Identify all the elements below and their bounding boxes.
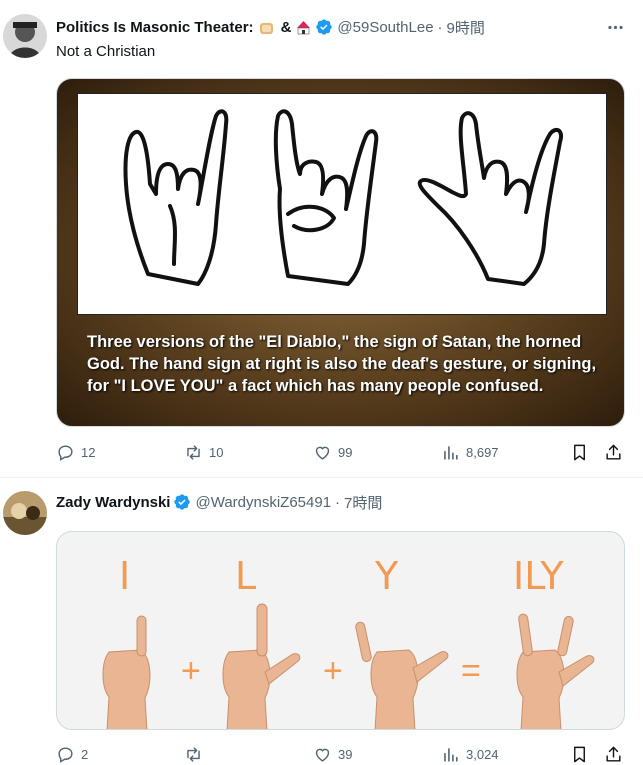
retweet-count: 10 (209, 444, 224, 460)
like-button[interactable]: 99 (313, 440, 352, 464)
retweet-icon (187, 746, 200, 762)
share-icon (606, 444, 621, 460)
ampersand: & (280, 18, 292, 36)
separator-dot: · (335, 493, 341, 511)
views-button[interactable]: 8,697 (441, 440, 499, 464)
like-count: 99 (338, 444, 353, 460)
bookmark-icon (574, 444, 585, 460)
reply-button[interactable]: 2 (56, 742, 88, 765)
asl-letter-ily: ILY (513, 554, 564, 598)
retweet-button[interactable] (184, 742, 209, 765)
asl-hands-photo (102, 603, 595, 729)
display-name[interactable]: Zady Wardynski (56, 494, 170, 511)
retweet-icon (187, 444, 200, 460)
image-caption: Three versions of the "El Diablo," the s… (87, 333, 597, 395)
like-count: 39 (338, 746, 353, 762)
tweet[interactable]: Zady Wardynski @WardynskiZ65491 · 7時間 I … (0, 479, 643, 765)
share-icon (606, 746, 621, 762)
asl-letter-l: L (235, 554, 257, 598)
views-count: 3,024 (466, 746, 499, 762)
asl-letter-i: I (119, 554, 131, 598)
heart-icon (315, 446, 330, 460)
share-button[interactable] (604, 440, 623, 464)
retweet-button[interactable]: 10 (184, 440, 223, 464)
user-handle[interactable]: @WardynskiZ65491 (195, 494, 331, 511)
hand-signs-drawing (77, 93, 607, 315)
like-button[interactable]: 39 (313, 742, 352, 765)
reply-icon (58, 746, 73, 763)
bookmark-button[interactable] (570, 742, 589, 765)
action-bar: 12 10 99 8,697 (56, 440, 626, 464)
asl-letter-y: Y (375, 554, 399, 598)
timestamp[interactable]: 9時間 (447, 17, 485, 38)
reply-icon (58, 444, 73, 461)
views-button[interactable]: 3,024 (441, 742, 499, 765)
tweet-image[interactable]: Three versions of the "El Diablo," the s… (56, 78, 625, 427)
tweet-header: Politics Is Masonic Theater: & @59SouthL… (56, 17, 485, 37)
tweet-image[interactable]: I L Y ILY + + = (56, 531, 625, 730)
heart-icon (315, 748, 330, 762)
views-count: 8,697 (466, 444, 499, 460)
tweet-header: Zady Wardynski @WardynskiZ65491 · 7時間 (56, 492, 382, 512)
reply-button[interactable]: 12 (56, 440, 95, 464)
share-button[interactable] (604, 742, 623, 765)
more-icon[interactable] (605, 17, 625, 37)
user-handle[interactable]: @59SouthLee (337, 19, 433, 36)
bookmark-button[interactable] (570, 440, 589, 464)
avatar[interactable] (3, 491, 47, 535)
timestamp[interactable]: 7時間 (344, 492, 382, 513)
tweet[interactable]: Politics Is Masonic Theater: & @59SouthL… (0, 0, 643, 478)
tweet-text: Not a Christian (56, 43, 156, 60)
verified-badge-icon[interactable] (173, 493, 191, 511)
reply-count: 2 (81, 746, 89, 762)
bread-emoji-icon (258, 19, 275, 36)
action-bar: 2 39 3,024 (56, 742, 626, 765)
separator-dot: · (437, 18, 443, 36)
views-icon (444, 445, 458, 460)
reply-count: 12 (81, 444, 96, 460)
bookmark-icon (574, 746, 585, 762)
avatar[interactable] (3, 14, 47, 58)
display-name[interactable]: Politics Is Masonic Theater: (56, 19, 254, 36)
verified-badge-icon[interactable] (315, 18, 333, 36)
circus-tent-emoji-icon (295, 19, 312, 36)
views-icon (444, 747, 458, 762)
